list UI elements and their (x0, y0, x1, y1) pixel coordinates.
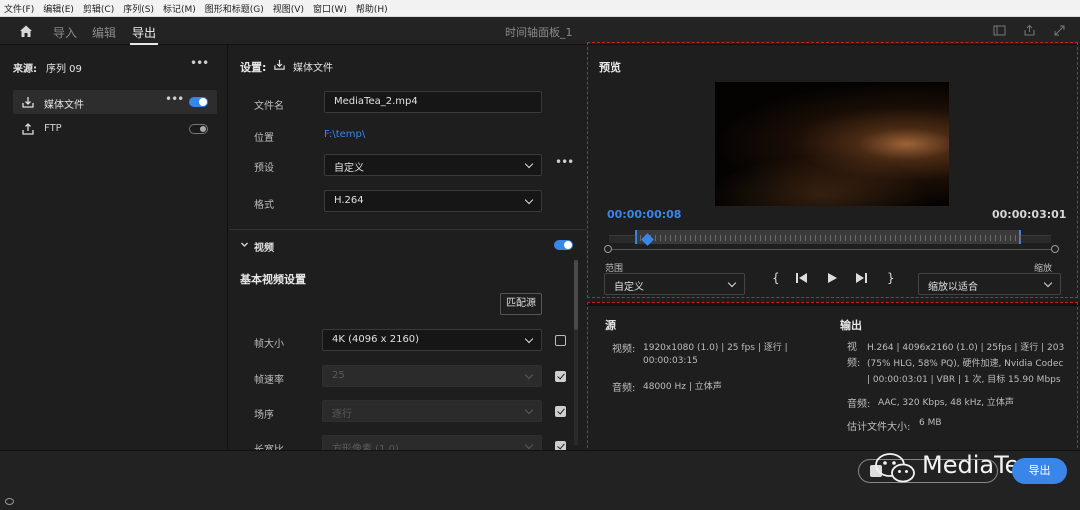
menu-bar: 文件(F) 编辑(E) 剪辑(C) 序列(S) 标记(M) 图形和标题(G) 视… (0, 0, 1080, 17)
filename-label: 文件名 (254, 101, 284, 112)
settings-panel: 设置: 媒体文件 文件名 MediaTea_2.mp4 位置 F:\temp\ … (229, 45, 586, 450)
settings-title: 设置: (240, 61, 267, 74)
window-title: 时间轴面板_1 (505, 26, 573, 39)
workspace-icon[interactable] (993, 24, 1006, 37)
aspect-checkbox[interactable] (555, 441, 566, 450)
frame-size-label: 帧大小 (254, 339, 284, 350)
destination-item-media-file[interactable]: 媒体文件 ••• (13, 90, 217, 114)
preset-label: 预设 (254, 163, 274, 174)
frame-rate-label: 帧速率 (254, 375, 284, 386)
download-icon (274, 59, 285, 70)
preset-more-icon[interactable]: ••• (555, 155, 574, 169)
menu-view[interactable]: 视图(V) (273, 2, 304, 15)
fullscreen-icon[interactable] (1053, 24, 1066, 37)
aspect-label: 长宽比 (254, 441, 284, 450)
header-bar: 导入 编辑 导出 时间轴面板_1 (0, 17, 1080, 45)
video-section-title: 视频 (254, 243, 274, 254)
source-more-icon[interactable]: ••• (190, 56, 209, 70)
divider (229, 229, 586, 230)
destination-item-ftp[interactable]: FTP (13, 118, 217, 142)
destination-item-label: FTP (44, 123, 62, 134)
frame-size-select[interactable]: 4K (4096 x 2160) (322, 329, 542, 351)
menu-window[interactable]: 窗口(W) (313, 2, 347, 15)
format-label: 格式 (254, 200, 274, 211)
destination-panel: 来源: 序列 09 ••• 媒体文件 ••• FTP (0, 45, 228, 450)
format-select[interactable]: H.264 (324, 190, 542, 212)
menu-marker[interactable]: 标记(M) (163, 2, 196, 15)
home-icon[interactable] (18, 23, 34, 39)
menu-file[interactable]: 文件(F) (4, 2, 34, 15)
video-toggle[interactable] (554, 240, 573, 250)
scrollbar-thumb[interactable] (574, 260, 578, 330)
menu-clip[interactable]: 剪辑(C) (83, 2, 114, 15)
share-icon[interactable] (1023, 24, 1036, 37)
highlight-preview-region (587, 42, 1078, 298)
highlight-summary-region (587, 302, 1078, 453)
settings-scrollbar[interactable] (574, 260, 578, 445)
preset-select[interactable]: 自定义 (324, 154, 542, 176)
field-order-checkbox[interactable] (555, 406, 566, 417)
menu-sequence[interactable]: 序列(S) (123, 2, 154, 15)
ftp-toggle[interactable] (189, 124, 208, 134)
basic-video-title: 基本视频设置 (240, 273, 306, 286)
tab-import[interactable]: 导入 (53, 24, 77, 41)
media-more-icon[interactable]: ••• (165, 92, 184, 106)
location-label: 位置 (254, 133, 274, 144)
visibility-icon[interactable] (5, 498, 14, 505)
media-file-toggle[interactable] (189, 97, 208, 107)
field-order-label: 场序 (254, 410, 274, 421)
menu-graphics[interactable]: 图形和标题(G) (205, 2, 264, 15)
frame-rate-select[interactable]: 25 (322, 365, 542, 387)
menu-edit[interactable]: 编辑(E) (43, 2, 74, 15)
download-icon (22, 97, 34, 108)
location-link[interactable]: F:\temp\ (324, 129, 365, 140)
tab-edit[interactable]: 编辑 (92, 24, 116, 41)
aspect-select[interactable]: 方形像素 (1.0) (322, 435, 542, 450)
source-label: 来源: (13, 64, 37, 75)
tab-export[interactable]: 导出 (129, 24, 159, 45)
source-sequence: 序列 09 (46, 64, 82, 75)
settings-media-label: 媒体文件 (293, 63, 333, 74)
menu-help[interactable]: 帮助(H) (356, 2, 388, 15)
frame-rate-checkbox[interactable] (555, 371, 566, 382)
frame-size-checkbox[interactable] (555, 335, 566, 346)
match-source-button[interactable]: 匹配源 (500, 293, 542, 315)
export-button[interactable]: 导出 (1012, 458, 1067, 484)
chevron-down-icon[interactable] (240, 240, 249, 249)
filename-input[interactable]: MediaTea_2.mp4 (324, 91, 542, 113)
wechat-icon (875, 453, 915, 483)
destination-item-label: 媒体文件 (44, 100, 84, 111)
upload-icon (22, 123, 34, 135)
field-order-select[interactable]: 逐行 (322, 400, 542, 422)
